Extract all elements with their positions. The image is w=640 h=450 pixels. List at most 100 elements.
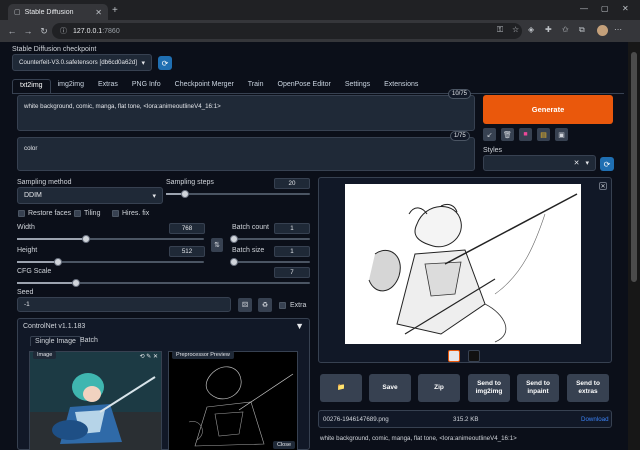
reuse-seed-button[interactable]: ♻ <box>258 298 272 312</box>
height-input[interactable]: 512 <box>169 246 205 257</box>
window-close-icon[interactable]: ✕ <box>622 4 629 13</box>
tab-checkpoint-merger[interactable]: Checkpoint Merger <box>168 79 241 93</box>
more-icon[interactable]: ⋯ <box>614 25 622 34</box>
height-slider[interactable] <box>17 258 204 266</box>
batch-size-slider[interactable] <box>230 258 310 266</box>
puzzle-icon[interactable]: ✚ <box>545 25 552 34</box>
gallery-thumbnail[interactable] <box>448 350 460 362</box>
save-style-button[interactable]: ▣ <box>555 128 568 141</box>
key-icon[interactable]: ⚿ <box>497 25 503 35</box>
maximize-icon[interactable]: ▢ <box>601 4 609 13</box>
forward-icon[interactable]: → <box>20 26 36 36</box>
tab-openpose-editor[interactable]: OpenPose Editor <box>271 79 338 93</box>
cfg-scale-slider[interactable] <box>17 279 310 287</box>
tab-png-info[interactable]: PNG Info <box>125 79 168 93</box>
url-host: 127.0.0.1 <box>73 27 103 35</box>
refresh-styles-button[interactable]: ⟳ <box>600 157 614 171</box>
tab-img2img[interactable]: img2img <box>51 79 91 93</box>
sampling-method-select[interactable]: DDIM ▾ <box>17 187 163 204</box>
prompt-text: white background, comic, manga, flat ton… <box>24 103 221 110</box>
browser-tab[interactable]: ▢ Stable Diffusion ✕ <box>8 4 108 20</box>
url-field[interactable]: ⓘ 127.0.0.1:7860 <box>52 23 522 39</box>
swap-dimensions-button[interactable]: ⇅ <box>211 238 223 252</box>
apply-style-button[interactable]: ▤ <box>537 128 550 141</box>
paste-params-button[interactable]: ↙ <box>483 128 496 141</box>
slider-knob[interactable] <box>54 258 63 266</box>
clear-prompt-button[interactable]: 🗑 <box>501 128 514 141</box>
star-icon[interactable]: ☆ <box>512 25 519 34</box>
send-to-inpaint-button[interactable]: Send to inpaint <box>517 374 559 402</box>
styles-select[interactable]: ✕ ▾ <box>483 155 596 171</box>
slider-knob[interactable] <box>82 235 91 243</box>
sampling-steps-input[interactable]: 20 <box>274 178 310 189</box>
close-gallery-icon[interactable]: ✕ <box>599 182 607 190</box>
checkpoint-label: Stable Diffusion checkpoint <box>12 46 97 53</box>
negative-prompt-input[interactable]: color <box>17 137 475 171</box>
scrollbar-thumb[interactable] <box>631 52 637 282</box>
minimize-icon[interactable]: — <box>580 4 588 13</box>
slider-fill <box>17 282 76 284</box>
clear-icon[interactable]: ✕ <box>574 159 580 167</box>
collections-icon[interactable]: ⧉ <box>579 25 585 35</box>
slider-knob[interactable] <box>71 279 80 287</box>
slider-knob[interactable] <box>230 258 238 266</box>
close-preview-button[interactable]: Close <box>272 441 295 449</box>
trash-icon: 🗑 <box>503 131 512 139</box>
width-slider[interactable] <box>17 235 204 243</box>
seed-input[interactable]: -1 <box>17 297 231 312</box>
extra-seed-checkbox[interactable] <box>279 302 286 309</box>
extension-icon[interactable]: ◈ <box>528 25 534 34</box>
random-seed-button[interactable]: ⚄ <box>238 298 252 312</box>
page-scrollbar[interactable] <box>628 42 640 450</box>
back-icon[interactable]: ← <box>4 26 20 36</box>
tab-txt2img[interactable]: txt2img <box>12 79 51 93</box>
new-tab-icon[interactable]: + <box>112 5 118 16</box>
tab-extras[interactable]: Extras <box>91 79 125 93</box>
palette-icon: ■ <box>523 131 528 138</box>
batch-count-input[interactable]: 1 <box>274 223 310 234</box>
gallery-thumbnail[interactable] <box>468 350 480 362</box>
close-icon[interactable]: ✕ <box>95 8 102 17</box>
chevron-down-icon: ▾ <box>141 59 145 67</box>
tab-extensions[interactable]: Extensions <box>377 79 425 93</box>
hires-fix-checkbox[interactable] <box>112 210 119 217</box>
generate-button[interactable]: Generate <box>483 95 613 124</box>
avatar[interactable] <box>597 25 608 36</box>
batch-size-input[interactable]: 1 <box>274 246 310 257</box>
tiling-checkbox[interactable] <box>74 210 81 217</box>
dice-icon: ⚄ <box>241 302 249 309</box>
collapse-icon[interactable]: ▼ <box>295 321 304 331</box>
styles-label: Styles <box>483 147 503 154</box>
generated-image[interactable] <box>345 184 581 344</box>
extra-networks-button[interactable]: ■ <box>519 128 532 141</box>
checkpoint-select[interactable]: Counterfeit-V3.0.safetensors [db6cd0a62d… <box>12 54 152 71</box>
tab-train[interactable]: Train <box>241 79 271 93</box>
cfg-scale-input[interactable]: 7 <box>274 267 310 278</box>
send-to-extras-button[interactable]: Send to extras <box>567 374 609 402</box>
batch-size-label: Batch size <box>232 247 265 254</box>
send-to-img2img-button[interactable]: Send to img2img <box>468 374 510 402</box>
prompt-input[interactable]: white background, comic, manga, flat ton… <box>17 95 475 131</box>
slider-knob[interactable] <box>230 235 238 243</box>
sampling-method-value: DDIM <box>24 192 42 199</box>
anime-character-image <box>30 352 161 450</box>
refresh-checkpoint-button[interactable]: ⟳ <box>158 56 172 70</box>
controlnet-input-image[interactable]: Image ⟲ ✎ ✕ <box>29 351 162 450</box>
batch-count-slider[interactable] <box>230 235 310 243</box>
save-button[interactable]: Save <box>369 374 411 402</box>
slider-fill <box>17 238 87 240</box>
sampling-steps-slider[interactable] <box>166 190 310 198</box>
zip-button[interactable]: Zip <box>418 374 460 402</box>
restore-faces-checkbox[interactable] <box>18 210 25 217</box>
width-input[interactable]: 768 <box>169 223 205 234</box>
tab-single-image[interactable]: Single Image <box>30 336 81 346</box>
download-link[interactable]: Download <box>581 416 609 423</box>
swap-icon: ⇅ <box>214 242 220 249</box>
open-folder-button[interactable]: 📁 <box>320 374 362 402</box>
tab-batch[interactable]: Batch <box>80 337 98 344</box>
image-tools-icon[interactable]: ⟲ ✎ ✕ <box>140 353 158 360</box>
favorites-icon[interactable]: ✩ <box>562 25 569 34</box>
slider-knob[interactable] <box>180 190 189 198</box>
reload-icon[interactable]: ↻ <box>36 26 52 37</box>
tab-settings[interactable]: Settings <box>338 79 377 93</box>
